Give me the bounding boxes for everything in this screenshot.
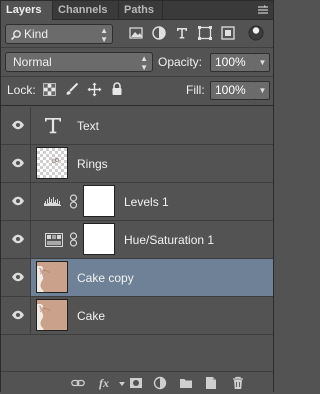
tab-paths[interactable]: Paths	[119, 1, 163, 19]
tab-channels[interactable]: Channels	[53, 1, 119, 19]
new-layer-icon[interactable]	[204, 376, 218, 390]
filter-toggle-icon[interactable]	[247, 24, 265, 42]
fill-label: Fill:	[186, 83, 205, 97]
layer-row[interactable]: Levels 1	[1, 183, 273, 221]
eye-icon[interactable]	[11, 158, 25, 168]
filter-kind-select[interactable]: Kind ▲ ▼	[5, 24, 113, 44]
eye-icon[interactable]	[11, 272, 25, 282]
layer-thumbnail[interactable]	[36, 261, 68, 293]
visibility-cell[interactable]	[1, 259, 31, 296]
blend-mode-value: Normal	[13, 55, 52, 69]
layer-mask-thumbnail[interactable]	[83, 223, 115, 255]
filter-kind-label: Kind	[24, 27, 49, 41]
divider	[1, 47, 273, 48]
type-filter-icon[interactable]	[174, 25, 190, 41]
search-icon	[10, 28, 22, 46]
eye-icon[interactable]	[11, 234, 25, 244]
adjustment-filter-icon[interactable]	[151, 25, 167, 41]
visibility-cell[interactable]	[1, 183, 31, 220]
layer-row[interactable]: Text	[1, 107, 273, 145]
layer-name: Cake copy	[77, 271, 134, 285]
visibility-cell[interactable]	[1, 107, 31, 144]
layer-name: Rings	[77, 157, 108, 171]
levels-adjustment-icon[interactable]	[43, 195, 65, 207]
lock-all-icon[interactable]	[111, 82, 123, 96]
pixel-filter-icon[interactable]	[128, 25, 144, 41]
tab-layers[interactable]: Layers	[1, 1, 53, 20]
visibility-cell[interactable]	[1, 297, 31, 334]
hue-saturation-adjustment-icon[interactable]	[45, 233, 63, 247]
lock-position-icon[interactable]	[87, 82, 102, 97]
fill-dropdown-icon[interactable]: ▼	[256, 81, 270, 100]
divider	[1, 76, 273, 77]
layer-row[interactable]: Hue/Saturation 1	[1, 221, 273, 259]
delete-layer-icon[interactable]	[231, 376, 245, 390]
select-arrows-icon: ▲ ▼	[140, 54, 148, 72]
layer-thumbnail[interactable]	[36, 299, 68, 331]
dropdown-arrow-icon[interactable]	[115, 376, 129, 390]
fill-input[interactable]: 100%	[210, 81, 257, 100]
blend-mode-select[interactable]: Normal ▲ ▼	[5, 52, 153, 72]
layers-list: Text Rings Levels 1 Hue/Saturation 1 Cak…	[1, 107, 273, 371]
select-arrows-icon: ▲ ▼	[100, 26, 108, 44]
layer-row[interactable]: Rings	[1, 145, 273, 183]
opacity-label: Opacity:	[158, 55, 203, 69]
layer-name: Levels 1	[124, 195, 169, 209]
panel-menu-icon[interactable]	[257, 4, 269, 16]
eye-icon[interactable]	[11, 310, 25, 320]
lock-image-pixels-icon[interactable]	[64, 82, 79, 97]
lock-label: Lock:	[7, 83, 36, 97]
tab-bar: Layers Channels Paths	[1, 1, 273, 20]
link-icon[interactable]	[69, 194, 78, 209]
layer-mask-thumbnail[interactable]	[83, 185, 115, 217]
layer-row[interactable]: Cake copy	[1, 259, 273, 297]
new-group-icon[interactable]	[179, 376, 193, 390]
lock-transparent-pixels-icon[interactable]	[43, 83, 56, 96]
divider	[1, 105, 273, 106]
layers-panel: Layers Channels Paths Kind ▲ ▼ Normal ▲ ▼ …	[0, 0, 274, 393]
panel-footer: fx	[1, 371, 273, 393]
eye-icon[interactable]	[11, 120, 25, 130]
layer-name: Cake	[77, 309, 106, 323]
opacity-dropdown-icon[interactable]: ▼	[256, 53, 270, 72]
shape-filter-icon[interactable]	[197, 25, 213, 41]
fx-layer-style-icon[interactable]: fx	[97, 376, 111, 390]
visibility-cell[interactable]	[1, 145, 31, 182]
new-adjustment-layer-icon[interactable]	[153, 376, 167, 390]
text-layer-icon	[43, 115, 63, 135]
link-layers-icon[interactable]	[71, 376, 85, 390]
visibility-cell[interactable]	[1, 221, 31, 258]
layer-name: Text	[77, 119, 100, 133]
layer-name: Hue/Saturation 1	[124, 233, 215, 247]
eye-icon[interactable]	[11, 196, 25, 206]
opacity-input[interactable]: 100%	[210, 53, 257, 72]
add-mask-icon[interactable]	[129, 376, 143, 390]
layer-row[interactable]: Cake	[1, 297, 273, 335]
smart-object-filter-icon[interactable]	[220, 25, 236, 41]
layer-thumbnail[interactable]	[36, 147, 68, 179]
link-icon[interactable]	[69, 232, 78, 247]
